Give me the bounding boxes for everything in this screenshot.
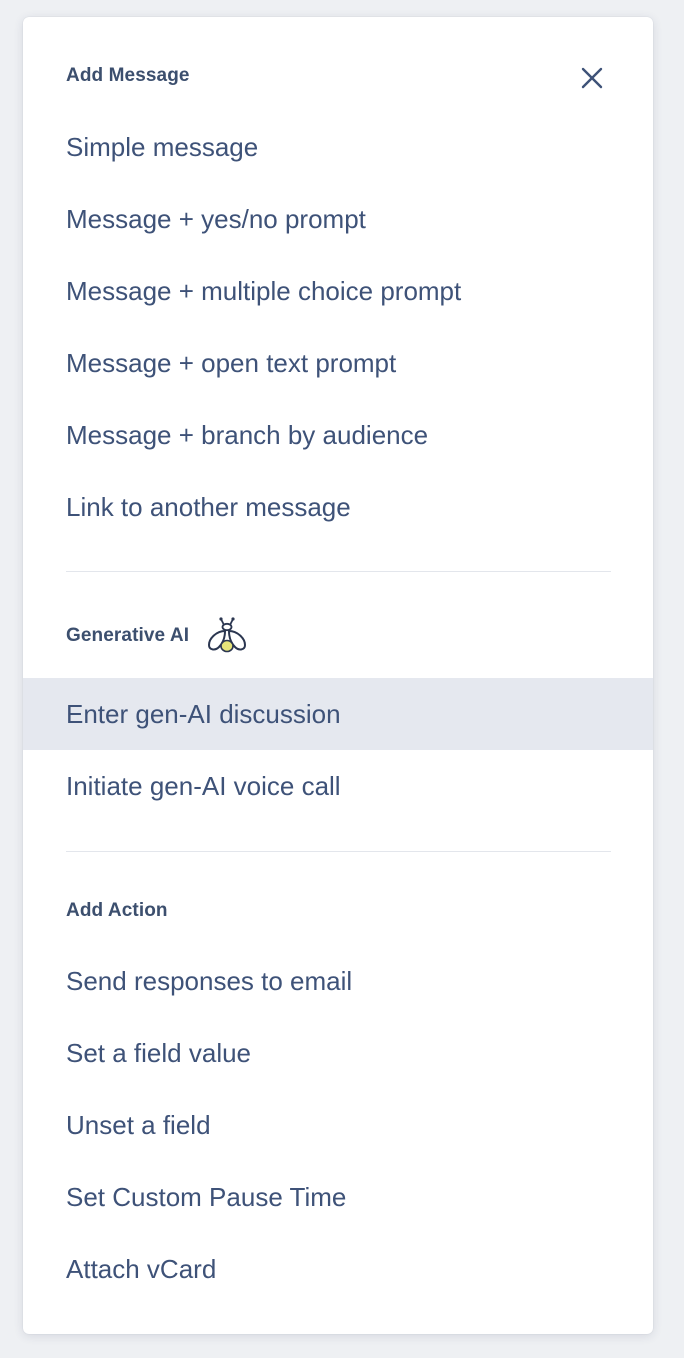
- menu-item-label: Message + branch by audience: [66, 419, 429, 450]
- menu-item-yes-no-prompt[interactable]: Message + yes/no prompt: [23, 183, 653, 255]
- section-divider: [66, 571, 611, 572]
- menu-item-label: Simple message: [66, 131, 259, 162]
- firefly-bee-icon: [208, 617, 247, 653]
- menu-item-open-text-prompt[interactable]: Message + open text prompt: [23, 327, 653, 399]
- section-header-add-action: Add Action: [66, 897, 168, 925]
- menu-item-enter-gen-ai-discussion[interactable]: Enter gen-AI discussion: [23, 678, 653, 750]
- menu-item-custom-pause-time[interactable]: Set Custom Pause Time: [23, 1161, 653, 1233]
- close-button[interactable]: [577, 63, 607, 93]
- menu-item-set-field-value[interactable]: Set a field value: [23, 1017, 653, 1089]
- section-title: Generative AI: [66, 625, 190, 646]
- add-message-menu: Add Message Simple message Message + yes…: [23, 17, 653, 1334]
- menu-item-label: Link to another message: [66, 491, 351, 522]
- menu-item-label: Unset a field: [66, 1109, 211, 1140]
- menu-item-link-to-message[interactable]: Link to another message: [23, 471, 653, 543]
- menu-item-gen-ai-voice-call[interactable]: Initiate gen-AI voice call: [23, 750, 653, 822]
- menu-item-label: Message + multiple choice prompt: [66, 275, 462, 306]
- section-header-add-message: Add Message: [66, 62, 190, 90]
- menu-item-multiple-choice-prompt[interactable]: Message + multiple choice prompt: [23, 255, 653, 327]
- menu-item-label: Attach vCard: [66, 1253, 217, 1284]
- section-header-generative-ai: Generative AI: [66, 615, 249, 657]
- section-title: Add Message: [66, 65, 190, 86]
- menu-item-label: Set a field value: [66, 1037, 252, 1068]
- menu-item-send-responses-email[interactable]: Send responses to email: [23, 945, 653, 1017]
- section-title: Add Action: [66, 900, 168, 921]
- menu-item-unset-field[interactable]: Unset a field: [23, 1089, 653, 1161]
- menu-item-label: Message + yes/no prompt: [66, 203, 366, 234]
- menu-item-label: Message + open text prompt: [66, 347, 397, 378]
- menu-item-label: Set Custom Pause Time: [66, 1181, 347, 1212]
- menu-item-simple-message[interactable]: Simple message: [23, 111, 653, 183]
- section-divider: [66, 851, 611, 852]
- menu-item-attach-vcard[interactable]: Attach vCard: [23, 1233, 653, 1305]
- menu-item-label: Initiate gen-AI voice call: [66, 770, 341, 801]
- menu-item-branch-by-audience[interactable]: Message + branch by audience: [23, 399, 653, 471]
- close-icon: [581, 67, 603, 89]
- menu-item-label: Send responses to email: [66, 965, 353, 996]
- menu-item-label: Enter gen-AI discussion: [66, 698, 341, 729]
